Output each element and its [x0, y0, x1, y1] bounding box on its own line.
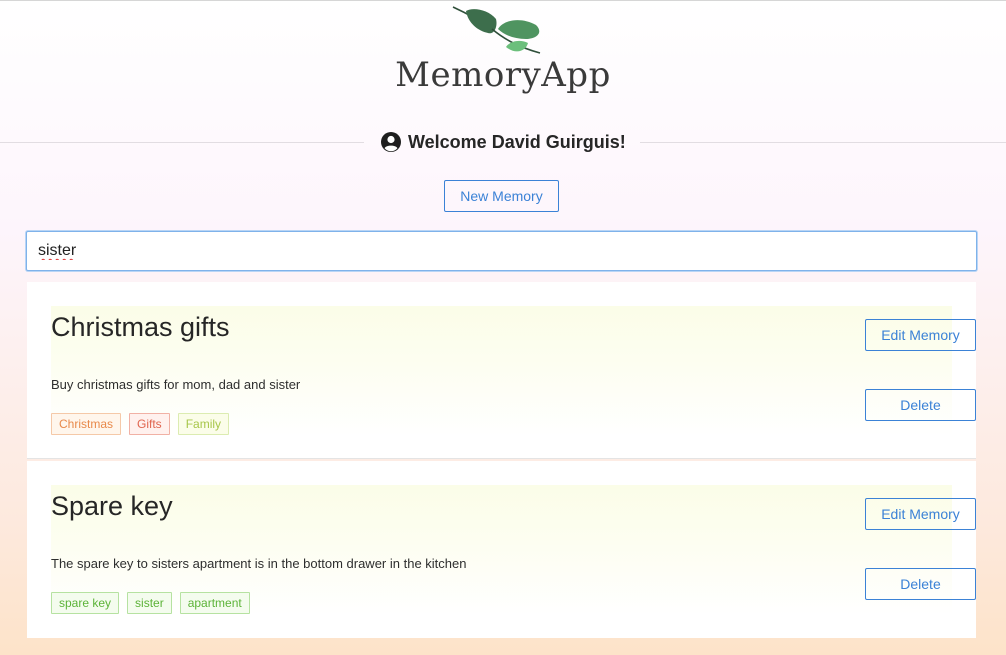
edit-memory-button[interactable]: Edit Memory	[865, 498, 976, 530]
divider-right	[640, 142, 1006, 143]
welcome-text: Welcome David Guirguis!	[408, 131, 626, 152]
search-input[interactable]	[26, 231, 977, 271]
app-header: MemoryApp	[0, 1, 1006, 141]
delete-button[interactable]: Delete	[865, 568, 976, 600]
memory-description: The spare key to sisters apartment is in…	[51, 556, 467, 571]
memory-description: Buy christmas gifts for mom, dad and sis…	[51, 377, 301, 392]
tag-badge: spare key	[51, 592, 120, 614]
app-logo-text: MemoryApp	[395, 55, 611, 95]
user-circle-icon	[381, 132, 401, 152]
new-memory-button[interactable]: New Memory	[444, 180, 559, 212]
tag-badge: apartment	[179, 592, 250, 614]
welcome-row: Welcome David Guirguis!	[0, 127, 1006, 157]
welcome-banner: Welcome David Guirguis!	[380, 129, 626, 155]
delete-button[interactable]: Delete	[865, 389, 976, 421]
tag-badge: sister	[127, 592, 172, 614]
divider-left	[0, 142, 364, 143]
memory-card: Christmas gifts Buy christmas gifts for …	[27, 282, 976, 459]
tag-badge: Gifts	[129, 413, 170, 435]
tag-badge: Family	[177, 413, 230, 435]
edit-memory-button[interactable]: Edit Memory	[865, 319, 976, 351]
memory-tags: Christmas Gifts Family	[51, 413, 230, 435]
leaves-logo-icon	[452, 6, 541, 54]
memory-card: Spare key The spare key to sisters apart…	[27, 461, 976, 638]
memory-tags: spare key sister apartment	[51, 592, 250, 614]
memory-card-body: Christmas gifts Buy christmas gifts for …	[51, 306, 976, 436]
memory-title: Christmas gifts	[51, 312, 230, 342]
tag-badge: Christmas	[51, 413, 122, 435]
memory-card-body: Spare key The spare key to sisters apart…	[51, 485, 976, 615]
memory-title: Spare key	[51, 491, 173, 521]
